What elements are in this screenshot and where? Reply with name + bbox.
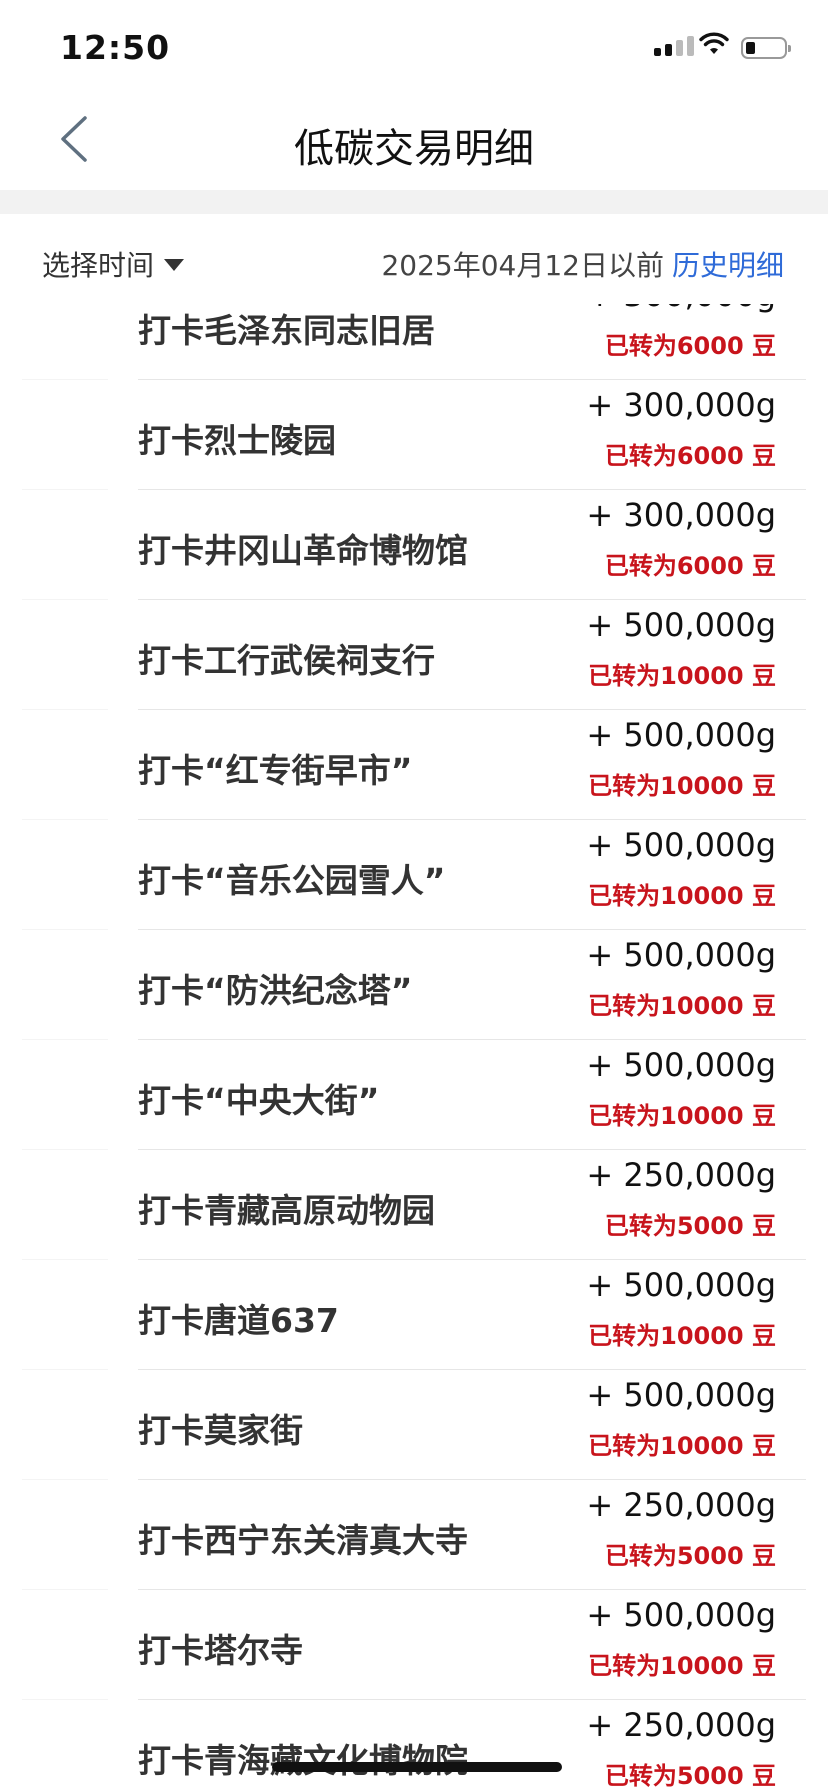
transaction-title: 打卡西宁东关清真大寺 (138, 1521, 468, 1560)
battery-icon (741, 37, 791, 59)
transaction-row[interactable]: 打卡青藏高原动物园 + 250,000g 已转为5000 豆 (0, 1150, 828, 1260)
transaction-title: 打卡青海藏文化博物院 (138, 1741, 468, 1780)
transaction-amount: + 500,000g (586, 716, 776, 754)
transaction-conversion-note: 已转为10000 豆 (588, 1102, 776, 1130)
transaction-title: 打卡工行武侯祠支行 (138, 641, 435, 680)
transaction-row[interactable]: 打卡“音乐公园雪人” + 500,000g 已转为10000 豆 (0, 820, 828, 930)
transaction-conversion-note: 已转为10000 豆 (588, 772, 776, 800)
caret-down-icon (164, 259, 185, 271)
transaction-row[interactable]: 打卡“中央大街” + 500,000g 已转为10000 豆 (0, 1040, 828, 1150)
page-title: 低碳交易明细 (294, 126, 534, 172)
status-time: 12:50 (60, 28, 171, 67)
history-detail-link[interactable]: 历史明细 (672, 244, 784, 284)
nav-bar: 低碳交易明细 (0, 96, 828, 190)
transaction-row[interactable]: 打卡毛泽东同志旧居 + 300,000g 已转为6000 豆 (0, 304, 828, 380)
transaction-amount: + 500,000g (586, 1046, 776, 1084)
transaction-amount: + 250,000g (586, 1706, 776, 1744)
transaction-row[interactable]: 打卡青海藏文化博物院 + 250,000g 已转为5000 豆 (0, 1700, 828, 1792)
transaction-conversion-note: 已转为5000 豆 (604, 1212, 776, 1240)
transaction-amount: + 500,000g (586, 1376, 776, 1414)
transaction-title: 打卡烈士陵园 (138, 421, 336, 460)
transaction-title: 打卡“防洪纪念塔” (138, 971, 413, 1010)
transaction-list[interactable]: 打卡毛泽东同志旧居+ 300,000g已转为6000 豆打卡烈士陵园+ 300,… (0, 304, 828, 1792)
transaction-amount: + 250,000g (586, 1156, 776, 1194)
transaction-title: 打卡井冈山革命博物馆 (138, 531, 468, 570)
transaction-title: 打卡“音乐公园雪人” (138, 861, 446, 900)
transaction-row[interactable]: 打卡烈士陵园 + 300,000g 已转为6000 豆 (0, 380, 828, 490)
transaction-row[interactable]: 打卡莫家街 + 500,000g 已转为10000 豆 (0, 1370, 828, 1480)
transaction-conversion-note: 已转为6000 豆 (604, 552, 776, 580)
transaction-title: 打卡青藏高原动物园 (138, 1191, 435, 1230)
transaction-conversion-note: 已转为10000 豆 (588, 882, 776, 910)
transaction-amount: + 500,000g (586, 826, 776, 864)
transaction-amount: + 250,000g (586, 1486, 776, 1524)
transaction-amount: + 500,000g (586, 936, 776, 974)
transaction-amount: + 300,000g (586, 386, 776, 424)
transaction-title: 打卡莫家街 (138, 1411, 303, 1450)
date-range-text: 2025年04月12日以前 (381, 249, 664, 282)
transaction-title: 打卡毛泽东同志旧居 (138, 311, 435, 350)
transaction-conversion-note: 已转为10000 豆 (588, 992, 776, 1020)
transaction-row[interactable]: 打卡西宁东关清真大寺 + 250,000g 已转为5000 豆 (0, 1480, 828, 1590)
transaction-amount: + 300,000g (586, 496, 776, 534)
cellular-signal-icon (654, 36, 694, 56)
date-info: 2025年04月12日以前 历史明细 (381, 244, 784, 284)
time-select-label: 选择时间 (42, 249, 155, 282)
transaction-row[interactable]: 打卡唐道637 + 500,000g 已转为10000 豆 (0, 1260, 828, 1370)
section-divider (0, 190, 828, 214)
wifi-icon (699, 32, 729, 54)
status-bar: 12:50 (0, 0, 828, 96)
transaction-conversion-note: 已转为10000 豆 (588, 662, 776, 690)
transaction-title: 打卡唐道637 (138, 1301, 339, 1340)
transaction-conversion-note: 已转为10000 豆 (588, 1432, 776, 1460)
transaction-amount: + 500,000g (586, 1266, 776, 1304)
transaction-row[interactable]: 打卡“红专街早市” + 500,000g 已转为10000 豆 (0, 710, 828, 820)
transaction-amount: + 500,000g (586, 606, 776, 644)
transaction-row[interactable]: 打卡井冈山革命博物馆 + 300,000g 已转为6000 豆 (0, 490, 828, 600)
transaction-title: 打卡“红专街早市” (138, 751, 413, 790)
time-select-dropdown[interactable]: 选择时间 (42, 244, 185, 284)
transaction-title: 打卡塔尔寺 (138, 1631, 303, 1670)
transaction-amount: + 300,000g (586, 304, 776, 314)
transaction-title: 打卡“中央大街” (138, 1081, 380, 1120)
transaction-conversion-note: 已转为6000 豆 (604, 442, 776, 470)
transaction-row[interactable]: 打卡工行武侯祠支行 + 500,000g 已转为10000 豆 (0, 600, 828, 710)
transaction-row[interactable]: 打卡“防洪纪念塔” + 500,000g 已转为10000 豆 (0, 930, 828, 1040)
home-indicator (272, 1762, 562, 1772)
transaction-conversion-note: 已转为10000 豆 (588, 1322, 776, 1350)
transaction-row[interactable]: 打卡塔尔寺 + 500,000g 已转为10000 豆 (0, 1590, 828, 1700)
transaction-conversion-note: 已转为6000 豆 (604, 332, 776, 360)
transaction-conversion-note: 已转为5000 豆 (604, 1762, 776, 1790)
battery-level (746, 42, 755, 54)
transaction-conversion-note: 已转为10000 豆 (588, 1652, 776, 1680)
transaction-list-content: 打卡毛泽东同志旧居+ 300,000g已转为6000 豆打卡烈士陵园+ 300,… (0, 304, 828, 1792)
transaction-amount: + 500,000g (586, 1596, 776, 1634)
filter-bar: 选择时间 2025年04月12日以前 历史明细 (0, 214, 828, 304)
transaction-conversion-note: 已转为5000 豆 (604, 1542, 776, 1570)
